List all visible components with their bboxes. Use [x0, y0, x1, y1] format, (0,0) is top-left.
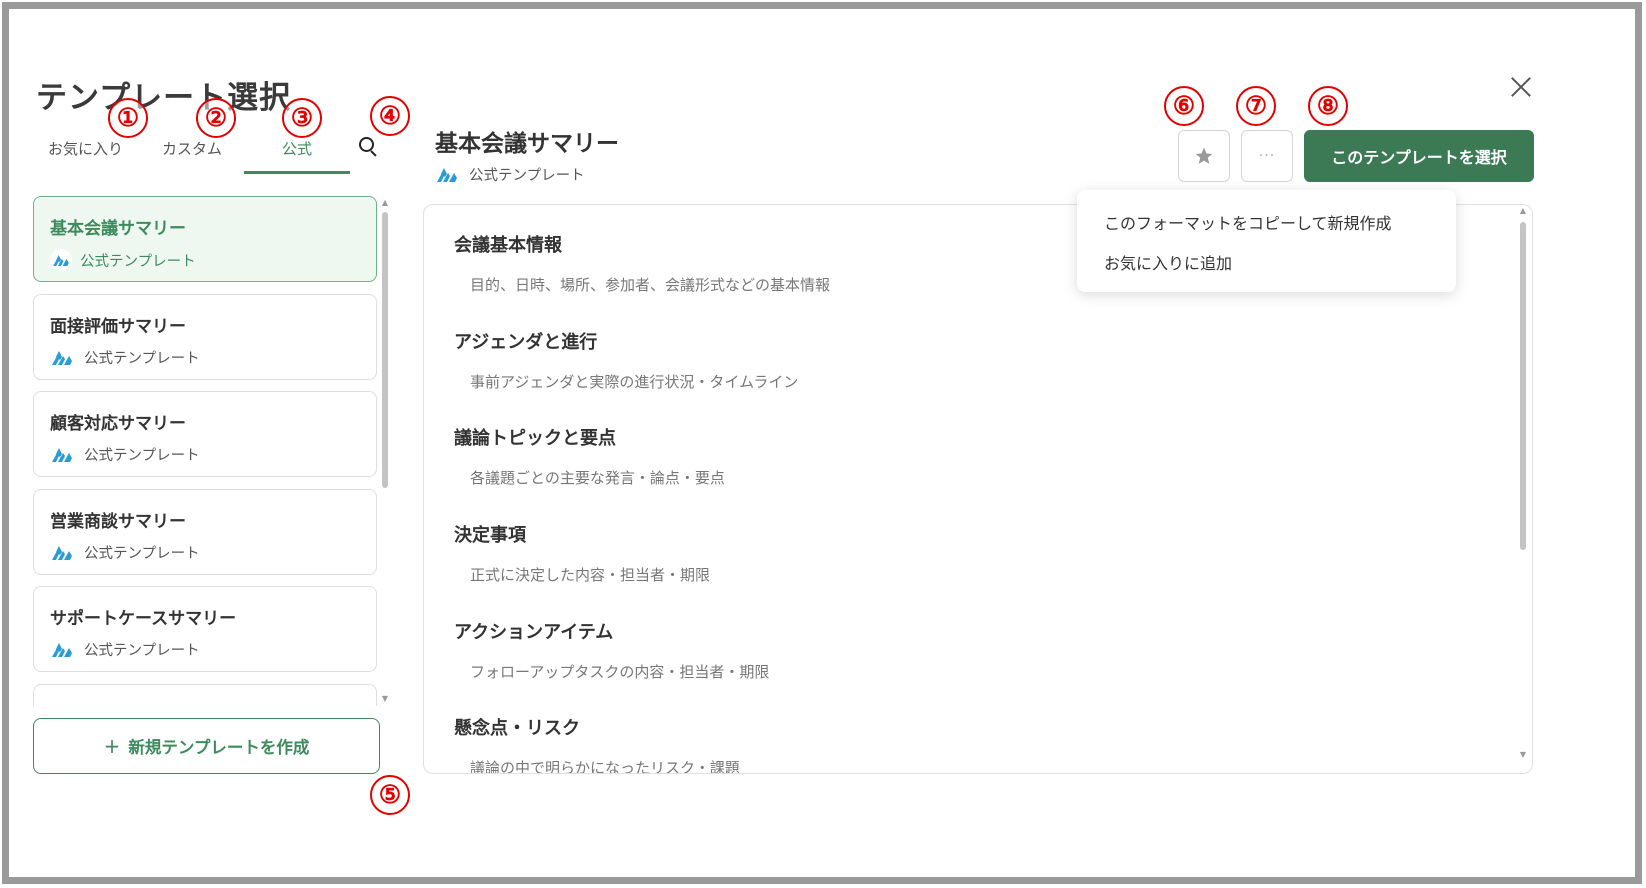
template-card-customer[interactable]: 顧客対応サマリー 公式テンプレート [33, 391, 377, 477]
template-card-basic-meeting[interactable]: 基本会議サマリー 公式テンプレート [33, 196, 377, 282]
star-icon [1195, 147, 1213, 164]
scroll-up-arrow-icon[interactable]: ▲ [1518, 206, 1528, 216]
section-item: 議論トピックと要点 各議題ごとの主要な発言・論点・要点 [454, 424, 725, 488]
section-title: 決定事項 [454, 525, 526, 546]
scroll-down-arrow-icon[interactable]: ▼ [1518, 750, 1528, 760]
template-card-subtitle-row: 公式テンプレート [52, 639, 200, 660]
detail-title: 基本会議サマリー [435, 131, 619, 157]
scrollbar-thumb[interactable] [1520, 222, 1526, 550]
template-card-subtitle: 公式テンプレート [80, 253, 196, 270]
annotation-marker-2: ② [196, 98, 236, 138]
new-template-label: 新規テンプレートを作成 [128, 738, 310, 757]
more-icon: ··· [1258, 148, 1276, 164]
section-title: アジェンダと進行 [454, 332, 598, 353]
section-title: 会議基本情報 [454, 235, 562, 256]
section-description: 事前アジェンダと実際の進行状況・タイムライン [470, 373, 799, 391]
template-card-sales[interactable]: 営業商談サマリー 公式テンプレート [33, 489, 377, 575]
scroll-up-arrow-icon[interactable]: ▲ [380, 198, 390, 208]
template-card-subtitle-row: 公式テンプレート [52, 347, 200, 368]
detail-subtitle: 公式テンプレート [469, 168, 585, 184]
plus-icon: + [103, 734, 121, 758]
template-card-title: 基本会議サマリー [50, 219, 186, 239]
menu-item-add-favorite[interactable]: お気に入りに追加 [1104, 250, 1232, 274]
template-card-subtitle: 公式テンプレート [84, 448, 200, 464]
new-template-button[interactable]: + 新規テンプレートを作成 [33, 718, 380, 774]
close-icon[interactable] [1505, 72, 1535, 102]
section-title: アクションアイテム [454, 622, 614, 643]
tab-official[interactable]: 公式 [244, 138, 350, 174]
section-item: 会議基本情報 目的、日時、場所、参加者、会議形式などの基本情報 [454, 231, 830, 295]
official-logo-icon [437, 167, 457, 182]
template-card-title: サポートケースサマリー [50, 609, 237, 629]
template-list-scrollbar[interactable]: ▲ ▼ [380, 198, 390, 706]
template-card-partial[interactable] [33, 684, 377, 706]
annotation-marker-1: ① [108, 98, 148, 138]
annotation-marker-5: ⑤ [370, 775, 410, 815]
template-card-title: 営業商談サマリー [50, 512, 186, 532]
official-logo-icon [52, 350, 72, 365]
template-card-interview[interactable]: 面接評価サマリー 公式テンプレート [33, 294, 377, 380]
select-template-button[interactable]: このテンプレートを選択 [1304, 130, 1534, 182]
dialog-title: テンプレート選択 [36, 80, 292, 116]
template-card-subtitle: 公式テンプレート [84, 546, 200, 562]
official-logo-icon [52, 545, 72, 560]
tab-favorites[interactable]: お気に入り [48, 138, 123, 159]
template-list: 基本会議サマリー 公式テンプレート 面接評価サマリー 公式テンプレート 顧客対応… [33, 196, 377, 706]
menu-item-copy-format[interactable]: このフォーマットをコピーして新規作成 [1104, 210, 1392, 234]
more-options-menu: このフォーマットをコピーして新規作成 お気に入りに追加 [1077, 190, 1456, 292]
template-card-subtitle: 公式テンプレート [84, 351, 200, 367]
section-description: 議論の中で明らかになったリスク・課題 [470, 759, 740, 774]
annotation-marker-8: ⑧ [1308, 86, 1348, 126]
official-logo-icon [52, 642, 72, 657]
more-options-button[interactable]: ··· [1241, 130, 1293, 182]
template-card-support[interactable]: サポートケースサマリー 公式テンプレート [33, 586, 377, 672]
section-item: アジェンダと進行 事前アジェンダと実際の進行状況・タイムライン [454, 328, 798, 392]
template-card-title: 面接評価サマリー [50, 317, 186, 337]
section-description: 各議題ごとの主要な発言・論点・要点 [470, 469, 725, 487]
template-card-subtitle-row: 公式テンプレート [52, 542, 200, 563]
template-card-subtitle: 公式テンプレート [84, 643, 200, 659]
official-logo-icon [52, 447, 72, 462]
annotation-marker-4: ④ [370, 96, 410, 136]
template-card-subtitle-row: 公式テンプレート [52, 444, 200, 465]
section-item: 懸念点・リスク 議論の中で明らかになったリスク・課題 [454, 714, 740, 774]
annotation-marker-7: ⑦ [1236, 86, 1276, 126]
annotation-marker-3: ③ [282, 98, 322, 138]
section-item: 決定事項 正式に決定した内容・担当者・期限 [454, 521, 710, 585]
template-card-subtitle-row: 公式テンプレート [50, 249, 196, 271]
detail-subtitle-row: 公式テンプレート [437, 164, 585, 185]
scrollbar-thumb[interactable] [382, 212, 388, 488]
favorite-button[interactable] [1178, 130, 1230, 182]
search-icon[interactable] [358, 136, 380, 158]
scroll-down-arrow-icon[interactable]: ▼ [380, 694, 390, 704]
official-logo-icon [50, 249, 72, 271]
tab-custom[interactable]: カスタム [162, 138, 222, 159]
template-card-title: 顧客対応サマリー [50, 414, 186, 434]
section-description: 目的、日時、場所、参加者、会議形式などの基本情報 [470, 276, 831, 294]
section-item: アクションアイテム フォローアップタスクの内容・担当者・期限 [454, 618, 769, 682]
section-title: 議論トピックと要点 [454, 428, 616, 449]
section-description: 正式に決定した内容・担当者・期限 [470, 566, 711, 584]
annotation-marker-6: ⑥ [1164, 86, 1204, 126]
detail-panel-scrollbar[interactable]: ▲ ▼ [1518, 206, 1528, 768]
section-description: フォローアップタスクの内容・担当者・期限 [470, 663, 770, 681]
section-title: 懸念点・リスク [454, 718, 580, 739]
